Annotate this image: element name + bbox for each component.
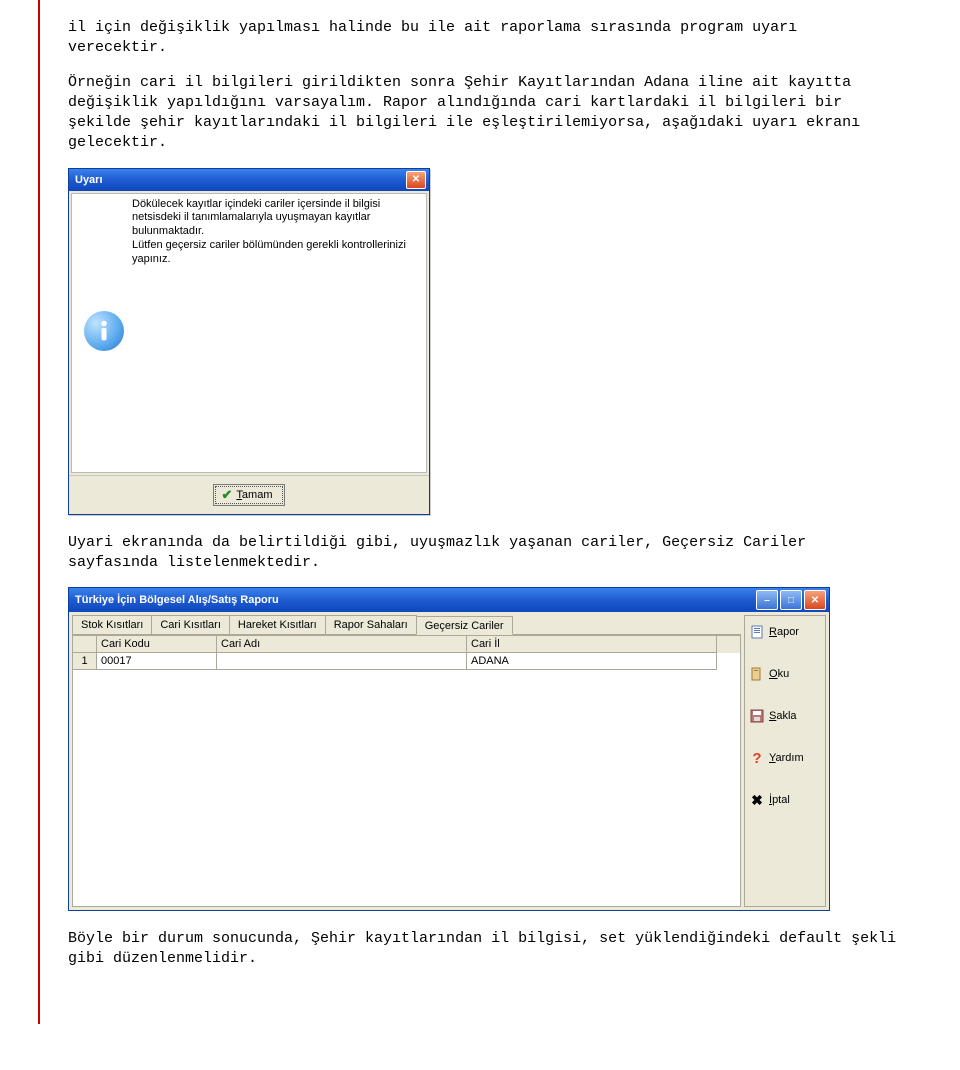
window-titlebar: Türkiye İçin Bölgesel Alış/Satış Raporu …	[69, 588, 829, 612]
tab-stok[interactable]: Stok Kısıtları	[72, 615, 152, 634]
tab-bar: Stok Kısıtları Cari Kısıtları Hareket Kı…	[72, 615, 741, 635]
dialog-title-text: Uyarı	[75, 174, 103, 186]
window-title-text: Türkiye İçin Bölgesel Alış/Satış Raporu	[75, 594, 279, 606]
yardim-button[interactable]: ? Yardım	[749, 748, 821, 768]
ok-button[interactable]: ✔ Tamam	[213, 484, 286, 506]
col-rownum	[73, 636, 97, 653]
cell-kod: 00017	[97, 653, 217, 670]
tab-hareket[interactable]: Hareket Kısıtları	[229, 615, 326, 634]
read-icon	[749, 666, 765, 682]
close-icon[interactable]: ✕	[804, 590, 826, 610]
iptal-button[interactable]: ✖ İptal	[749, 790, 821, 810]
paragraph-1: il için değişiklik yapılması halinde bu …	[68, 18, 898, 59]
col-cari-adi: Cari Adı	[217, 636, 467, 653]
cell-rownum: 1	[73, 653, 97, 670]
cell-ad	[217, 653, 467, 670]
table-row[interactable]: 1 00017 ADANA	[73, 653, 740, 670]
warning-dialog: Uyarı ✕ Dökülecek kayıtlar içindeki cari…	[68, 168, 430, 515]
check-icon: ✔	[222, 487, 233, 503]
cancel-icon: ✖	[749, 792, 765, 808]
side-toolbar: Rapor Oku Sakla ? Yardım ✖ İptal	[744, 615, 826, 907]
col-cari-kodu: Cari Kodu	[97, 636, 217, 653]
dialog-titlebar: Uyarı ✕	[69, 169, 429, 191]
data-grid[interactable]: Cari Kodu Cari Adı Cari İl 1 00017 ADANA	[72, 635, 741, 907]
oku-button[interactable]: Oku	[749, 664, 821, 684]
report-icon	[749, 624, 765, 640]
rapor-button[interactable]: Rapor	[749, 622, 821, 642]
sakla-button[interactable]: Sakla	[749, 706, 821, 726]
report-window: Türkiye İçin Bölgesel Alış/Satış Raporu …	[68, 587, 830, 911]
save-icon	[749, 708, 765, 724]
paragraph-4: Böyle bir durum sonucunda, Şehir kayıtla…	[68, 929, 898, 970]
help-icon: ?	[749, 750, 765, 766]
tab-rapor[interactable]: Rapor Sahaları	[325, 615, 417, 634]
cell-il: ADANA	[467, 653, 717, 670]
paragraph-2: Örneğin cari il bilgileri girildikten so…	[68, 73, 898, 154]
paragraph-3: Uyari ekranında da belirtildiği gibi, uy…	[68, 533, 898, 574]
tab-cari[interactable]: Cari Kısıtları	[151, 615, 230, 634]
dialog-message: Dökülecek kayıtlar içindeki cariler içer…	[132, 196, 422, 466]
grid-header: Cari Kodu Cari Adı Cari İl	[73, 636, 740, 653]
minimize-icon[interactable]: –	[756, 590, 778, 610]
info-icon	[84, 311, 124, 351]
maximize-icon[interactable]: □	[780, 590, 802, 610]
close-icon[interactable]: ✕	[406, 171, 426, 189]
tab-gecersiz[interactable]: Geçersiz Cariler	[416, 616, 513, 635]
col-cari-il: Cari İl	[467, 636, 717, 653]
